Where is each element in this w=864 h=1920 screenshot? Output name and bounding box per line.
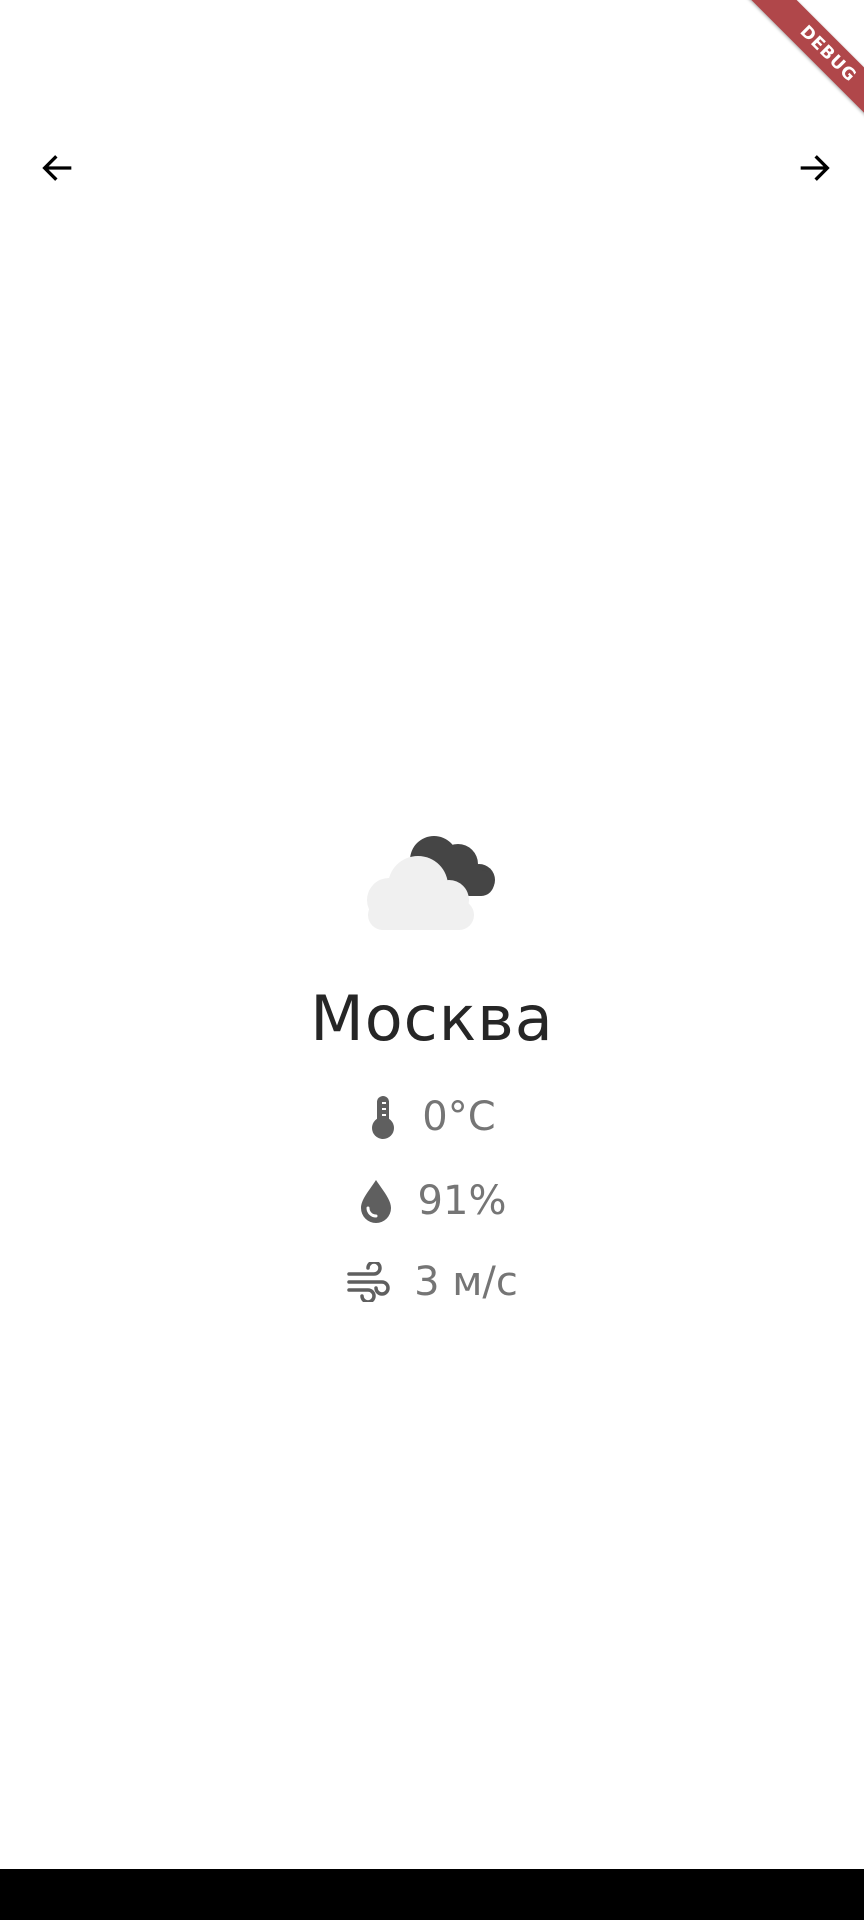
water-drop-icon	[358, 1178, 394, 1224]
arrow-left-icon	[42, 155, 72, 181]
weather-screen: DEBUG Москва 0°C 91% 3 м/с	[0, 0, 864, 1920]
humidity-value: 91%	[417, 1178, 507, 1224]
cloudy-night-icon	[354, 820, 514, 930]
temperature-row: 0°C	[368, 1094, 496, 1140]
thermometer-icon	[368, 1094, 398, 1140]
wind-row: 3 м/с	[346, 1262, 518, 1302]
temperature-value: 0°C	[422, 1094, 496, 1140]
humidity-row: 91%	[358, 1178, 507, 1224]
debug-banner-label: DEBUG	[745, 0, 864, 137]
arrow-right-icon	[800, 155, 830, 181]
wind-value: 3 м/с	[414, 1259, 518, 1305]
next-city-button[interactable]	[782, 136, 846, 200]
city-name: Москва	[310, 982, 554, 1055]
debug-banner: DEBUG	[724, 0, 864, 140]
system-navigation-bar	[0, 1869, 864, 1920]
wind-icon	[346, 1262, 390, 1302]
previous-city-button[interactable]	[26, 136, 90, 200]
weather-panel: Москва 0°C 91% 3 м/с	[0, 820, 864, 1302]
